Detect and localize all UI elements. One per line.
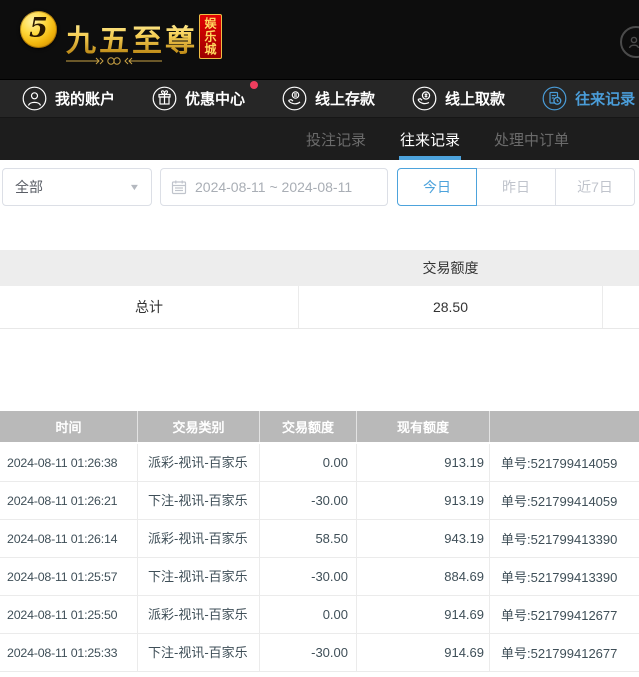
logo-glyph: 5 bbox=[29, 15, 48, 42]
today-button[interactable]: 今日 bbox=[397, 168, 477, 206]
transactions-table: 时间 交易类别 交易额度 现有额度 2024-08-11 01:26:38 派彩… bbox=[0, 411, 639, 672]
cell-balance: 884.69 bbox=[356, 558, 489, 595]
header-remark bbox=[489, 411, 639, 442]
cell-amount: -30.00 bbox=[259, 558, 356, 595]
cell-balance: 943.19 bbox=[356, 520, 489, 557]
cell-time: 2024-08-11 01:26:38 bbox=[0, 444, 137, 481]
table-row: 2024-08-11 01:26:38 派彩-视讯-百家乐 0.00 913.1… bbox=[0, 444, 639, 482]
nav-item-label: 线上存款 bbox=[315, 88, 375, 109]
summary-total-label: 总计 bbox=[0, 286, 298, 328]
cell-remark: 单号:521799412677 bbox=[489, 596, 639, 633]
cell-remark: 单号:521799413390 bbox=[489, 520, 639, 557]
table-header-row: 时间 交易类别 交易额度 现有额度 bbox=[0, 411, 639, 444]
withdraw-icon bbox=[412, 86, 437, 111]
header-type: 交易类别 bbox=[137, 411, 259, 442]
nav-item-deposit[interactable]: 线上存款 bbox=[282, 86, 375, 111]
cell-time: 2024-08-11 01:25:50 bbox=[0, 596, 137, 633]
table-row: 2024-08-11 01:25:33 下注-视讯-百家乐 -30.00 914… bbox=[0, 634, 639, 672]
table-row: 2024-08-11 01:25:50 派彩-视讯-百家乐 0.00 914.6… bbox=[0, 596, 639, 634]
flourish-ornament-icon bbox=[66, 53, 162, 69]
summary-total-row: 总计 28.50 bbox=[0, 286, 639, 329]
summary-table: 交易额度 总计 28.50 bbox=[0, 250, 639, 329]
cell-time: 2024-08-11 01:25:33 bbox=[0, 634, 137, 671]
user-icon bbox=[22, 86, 47, 111]
date-range-value: 2024-08-11 ~ 2024-08-11 bbox=[195, 179, 352, 195]
cell-amount: 0.00 bbox=[259, 596, 356, 633]
yesterday-button[interactable]: 昨日 bbox=[476, 168, 556, 206]
cell-type: 下注-视讯-百家乐 bbox=[137, 558, 259, 595]
brand-logo-icon[interactable]: 5 bbox=[20, 11, 57, 48]
table-row: 2024-08-11 01:26:21 下注-视讯-百家乐 -30.00 913… bbox=[0, 482, 639, 520]
last7days-button[interactable]: 近7日 bbox=[555, 168, 635, 206]
cell-remark: 单号:521799414059 bbox=[489, 482, 639, 519]
deposit-icon bbox=[282, 86, 307, 111]
tab-label: 处理中订单 bbox=[494, 129, 569, 150]
cell-balance: 914.69 bbox=[356, 596, 489, 633]
cell-remark: 单号:521799413390 bbox=[489, 558, 639, 595]
date-range-input[interactable]: 2024-08-11 ~ 2024-08-11 bbox=[160, 168, 388, 206]
brand-bar: 5 九五至尊 娱乐城 bbox=[0, 0, 639, 80]
tab-label: 投注记录 bbox=[306, 129, 366, 150]
cell-time: 2024-08-11 01:26:14 bbox=[0, 520, 137, 557]
nav-item-withdraw[interactable]: 线上取款 bbox=[412, 86, 505, 111]
cell-amount: -30.00 bbox=[259, 634, 356, 671]
header-time: 时间 bbox=[0, 411, 137, 442]
tab-transaction-records[interactable]: 往来记录 bbox=[400, 118, 460, 160]
cell-time: 2024-08-11 01:26:21 bbox=[0, 482, 137, 519]
cell-balance: 913.19 bbox=[356, 444, 489, 481]
calendar-icon bbox=[171, 179, 187, 195]
category-select[interactable]: 全部 ▼ bbox=[2, 168, 152, 206]
header-balance: 现有额度 bbox=[356, 411, 489, 442]
cell-type: 下注-视讯-百家乐 bbox=[137, 634, 259, 671]
cell-remark: 单号:521799414059 bbox=[489, 444, 639, 481]
table-row: 2024-08-11 01:25:57 下注-视讯-百家乐 -30.00 884… bbox=[0, 558, 639, 596]
page: 5 九五至尊 娱乐城 我的账户 bbox=[0, 0, 639, 677]
nav-item-label: 往来记录 bbox=[575, 88, 635, 109]
cell-balance: 914.69 bbox=[356, 634, 489, 671]
cell-type: 派彩-视讯-百家乐 bbox=[137, 520, 259, 557]
summary-total-value: 28.50 bbox=[298, 286, 603, 328]
tab-label: 往来记录 bbox=[400, 129, 460, 150]
notification-dot bbox=[250, 81, 258, 89]
main-nav: 我的账户 优惠中心 线上存款 线上取款 bbox=[0, 80, 639, 118]
record-tabs: 投注记录 往来记录 处理中订单 bbox=[0, 118, 639, 160]
table-row: 2024-08-11 01:26:14 派彩-视讯-百家乐 58.50 943.… bbox=[0, 520, 639, 558]
cell-balance: 913.19 bbox=[356, 482, 489, 519]
cell-time: 2024-08-11 01:25:57 bbox=[0, 558, 137, 595]
cell-type: 派彩-视讯-百家乐 bbox=[137, 444, 259, 481]
cell-type: 派彩-视讯-百家乐 bbox=[137, 596, 259, 633]
nav-item-label: 我的账户 bbox=[55, 88, 115, 109]
cell-amount: 58.50 bbox=[259, 520, 356, 557]
cell-remark: 单号:521799412677 bbox=[489, 634, 639, 671]
nav-item-label: 线上取款 bbox=[445, 88, 505, 109]
header-amount: 交易额度 bbox=[259, 411, 356, 442]
nav-item-label: 优惠中心 bbox=[185, 88, 245, 109]
floating-service-icon[interactable] bbox=[620, 26, 639, 58]
summary-amount-header: 交易额度 bbox=[298, 258, 603, 278]
summary-header-row: 交易额度 bbox=[0, 250, 639, 286]
nav-item-promotions[interactable]: 优惠中心 bbox=[152, 86, 245, 111]
brand-badge: 娱乐城 bbox=[199, 14, 222, 59]
tab-pending-orders[interactable]: 处理中订单 bbox=[494, 118, 569, 160]
nav-item-transaction-records[interactable]: 往来记录 bbox=[542, 86, 635, 111]
records-icon bbox=[542, 86, 567, 111]
filter-row: 全部 ▼ 2024-08-11 ~ 2024-08-11 今日 昨日 近7日 bbox=[2, 168, 637, 206]
chevron-down-icon: ▼ bbox=[129, 182, 141, 192]
gift-icon bbox=[152, 86, 177, 111]
cell-amount: -30.00 bbox=[259, 482, 356, 519]
category-select-value: 全部 bbox=[15, 177, 43, 197]
tab-betting-records[interactable]: 投注记录 bbox=[306, 118, 366, 160]
nav-item-my-account[interactable]: 我的账户 bbox=[22, 86, 115, 111]
cell-type: 下注-视讯-百家乐 bbox=[137, 482, 259, 519]
quick-date-buttons: 今日 昨日 近7日 bbox=[397, 168, 635, 206]
cell-amount: 0.00 bbox=[259, 444, 356, 481]
summary-row-spacer bbox=[603, 286, 639, 328]
